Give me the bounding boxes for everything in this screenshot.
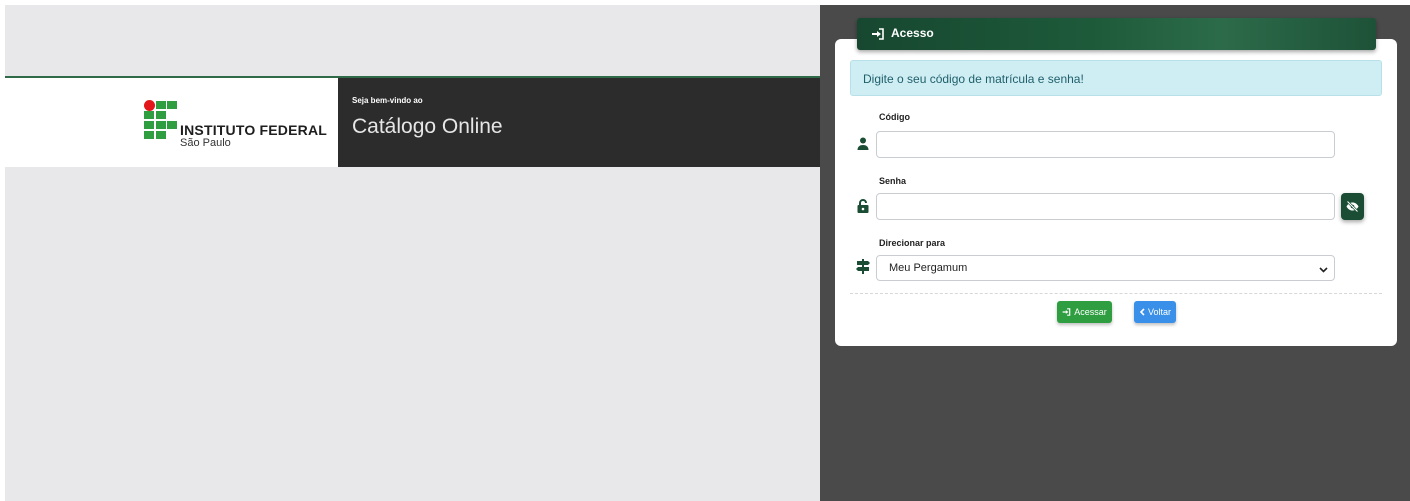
voltar-button[interactable]: Voltar [1134,301,1176,323]
senha-label: Senha [879,176,907,186]
catalog-title: Catálogo Online [352,115,503,138]
welcome-text: Seja bem-vindo ao [352,96,423,105]
chevron-left-icon [1139,308,1145,316]
voltar-label: Voltar [1147,307,1171,317]
direcionar-label: Direcionar para [879,238,946,248]
banner-text-panel: Seja bem-vindo ao Catálogo Online [338,78,820,167]
acessar-label: Acessar [1074,307,1107,317]
senha-input[interactable] [876,193,1335,220]
alert-text: Digite o seu código de matrícula e senha… [863,72,1084,86]
codigo-input[interactable] [876,131,1335,158]
direcionar-selected-value: Meu Pergamum [889,262,968,274]
if-logo: INSTITUTO FEDERAL São Paulo [5,78,338,167]
acessar-button[interactable]: Acessar [1057,301,1112,323]
toggle-password-button[interactable] [1341,193,1364,220]
user-icon [857,137,869,155]
info-alert: Digite o seu código de matrícula e senha… [850,60,1382,96]
form-divider [850,293,1382,294]
direcionar-select[interactable]: Meu Pergamum [876,255,1335,281]
logo-title: INSTITUTO FEDERAL [180,122,328,138]
chevron-down-icon [1319,264,1328,276]
login-card-header: Acesso [857,18,1376,50]
signpost-icon [856,259,870,279]
login-header-title: Acesso [891,26,934,40]
sign-in-icon [1062,308,1071,316]
eye-slash-icon [1346,201,1359,212]
site-banner: INSTITUTO FEDERAL São Paulo Seja bem-vin… [5,76,820,167]
logo-subtitle: São Paulo [180,137,231,149]
codigo-label: Código [879,112,910,122]
unlock-icon [857,199,869,218]
sign-in-icon [871,27,885,45]
